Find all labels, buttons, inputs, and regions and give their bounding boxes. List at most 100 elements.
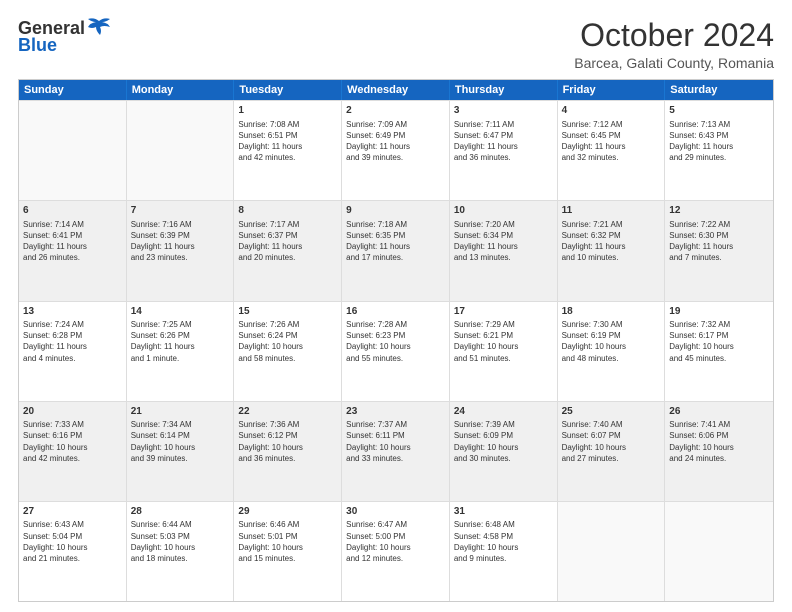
cell-info: Sunrise: 7:11 AM Sunset: 6:47 PM Dayligh… xyxy=(454,119,553,164)
cell-info: Sunrise: 7:28 AM Sunset: 6:23 PM Dayligh… xyxy=(346,319,445,364)
calendar-cell: 30Sunrise: 6:47 AM Sunset: 5:00 PM Dayli… xyxy=(342,502,450,601)
day-number: 29 xyxy=(238,505,337,519)
day-number: 9 xyxy=(346,204,445,218)
day-number: 12 xyxy=(669,204,769,218)
calendar-cell: 13Sunrise: 7:24 AM Sunset: 6:28 PM Dayli… xyxy=(19,302,127,401)
header-day-friday: Friday xyxy=(558,80,666,100)
calendar-cell: 10Sunrise: 7:20 AM Sunset: 6:34 PM Dayli… xyxy=(450,201,558,300)
cell-info: Sunrise: 7:09 AM Sunset: 6:49 PM Dayligh… xyxy=(346,119,445,164)
cell-info: Sunrise: 7:14 AM Sunset: 6:41 PM Dayligh… xyxy=(23,219,122,264)
calendar-cell: 22Sunrise: 7:36 AM Sunset: 6:12 PM Dayli… xyxy=(234,402,342,501)
calendar-cell: 19Sunrise: 7:32 AM Sunset: 6:17 PM Dayli… xyxy=(665,302,773,401)
day-number: 22 xyxy=(238,405,337,419)
day-number: 16 xyxy=(346,305,445,319)
day-number: 24 xyxy=(454,405,553,419)
calendar-row-3: 20Sunrise: 7:33 AM Sunset: 6:16 PM Dayli… xyxy=(19,401,773,501)
title-block: October 2024 Barcea, Galati County, Roma… xyxy=(574,18,774,71)
day-number: 4 xyxy=(562,104,661,118)
day-number: 2 xyxy=(346,104,445,118)
cell-info: Sunrise: 7:18 AM Sunset: 6:35 PM Dayligh… xyxy=(346,219,445,264)
calendar-cell: 23Sunrise: 7:37 AM Sunset: 6:11 PM Dayli… xyxy=(342,402,450,501)
header-day-tuesday: Tuesday xyxy=(234,80,342,100)
header-day-wednesday: Wednesday xyxy=(342,80,450,100)
calendar-cell: 26Sunrise: 7:41 AM Sunset: 6:06 PM Dayli… xyxy=(665,402,773,501)
day-number: 10 xyxy=(454,204,553,218)
day-number: 15 xyxy=(238,305,337,319)
calendar-row-1: 6Sunrise: 7:14 AM Sunset: 6:41 PM Daylig… xyxy=(19,200,773,300)
calendar-cell: 25Sunrise: 7:40 AM Sunset: 6:07 PM Dayli… xyxy=(558,402,666,501)
calendar-cell: 2Sunrise: 7:09 AM Sunset: 6:49 PM Daylig… xyxy=(342,101,450,200)
cell-info: Sunrise: 7:29 AM Sunset: 6:21 PM Dayligh… xyxy=(454,319,553,364)
calendar-cell: 6Sunrise: 7:14 AM Sunset: 6:41 PM Daylig… xyxy=(19,201,127,300)
cell-info: Sunrise: 6:44 AM Sunset: 5:03 PM Dayligh… xyxy=(131,519,230,564)
calendar-cell xyxy=(127,101,235,200)
calendar-cell: 1Sunrise: 7:08 AM Sunset: 6:51 PM Daylig… xyxy=(234,101,342,200)
day-number: 3 xyxy=(454,104,553,118)
day-number: 5 xyxy=(669,104,769,118)
header-day-sunday: Sunday xyxy=(19,80,127,100)
day-number: 18 xyxy=(562,305,661,319)
calendar-cell: 11Sunrise: 7:21 AM Sunset: 6:32 PM Dayli… xyxy=(558,201,666,300)
logo-blue-text: Blue xyxy=(18,35,57,56)
calendar-cell: 15Sunrise: 7:26 AM Sunset: 6:24 PM Dayli… xyxy=(234,302,342,401)
header-day-thursday: Thursday xyxy=(450,80,558,100)
calendar-cell: 29Sunrise: 6:46 AM Sunset: 5:01 PM Dayli… xyxy=(234,502,342,601)
day-number: 30 xyxy=(346,505,445,519)
calendar-body: 1Sunrise: 7:08 AM Sunset: 6:51 PM Daylig… xyxy=(19,100,773,601)
day-number: 6 xyxy=(23,204,122,218)
calendar-row-2: 13Sunrise: 7:24 AM Sunset: 6:28 PM Dayli… xyxy=(19,301,773,401)
day-number: 7 xyxy=(131,204,230,218)
day-number: 20 xyxy=(23,405,122,419)
cell-info: Sunrise: 6:46 AM Sunset: 5:01 PM Dayligh… xyxy=(238,519,337,564)
calendar-header: SundayMondayTuesdayWednesdayThursdayFrid… xyxy=(19,80,773,100)
cell-info: Sunrise: 7:36 AM Sunset: 6:12 PM Dayligh… xyxy=(238,419,337,464)
cell-info: Sunrise: 7:13 AM Sunset: 6:43 PM Dayligh… xyxy=(669,119,769,164)
header-day-saturday: Saturday xyxy=(665,80,773,100)
calendar-cell: 14Sunrise: 7:25 AM Sunset: 6:26 PM Dayli… xyxy=(127,302,235,401)
calendar-cell: 4Sunrise: 7:12 AM Sunset: 6:45 PM Daylig… xyxy=(558,101,666,200)
day-number: 19 xyxy=(669,305,769,319)
calendar-cell xyxy=(558,502,666,601)
cell-info: Sunrise: 7:17 AM Sunset: 6:37 PM Dayligh… xyxy=(238,219,337,264)
calendar-cell: 20Sunrise: 7:33 AM Sunset: 6:16 PM Dayli… xyxy=(19,402,127,501)
day-number: 17 xyxy=(454,305,553,319)
cell-info: Sunrise: 7:12 AM Sunset: 6:45 PM Dayligh… xyxy=(562,119,661,164)
cell-info: Sunrise: 7:34 AM Sunset: 6:14 PM Dayligh… xyxy=(131,419,230,464)
logo-bird-icon xyxy=(86,17,112,39)
cell-info: Sunrise: 7:41 AM Sunset: 6:06 PM Dayligh… xyxy=(669,419,769,464)
calendar-cell: 18Sunrise: 7:30 AM Sunset: 6:19 PM Dayli… xyxy=(558,302,666,401)
cell-info: Sunrise: 7:20 AM Sunset: 6:34 PM Dayligh… xyxy=(454,219,553,264)
day-number: 21 xyxy=(131,405,230,419)
cell-info: Sunrise: 7:39 AM Sunset: 6:09 PM Dayligh… xyxy=(454,419,553,464)
calendar-cell: 24Sunrise: 7:39 AM Sunset: 6:09 PM Dayli… xyxy=(450,402,558,501)
day-number: 27 xyxy=(23,505,122,519)
cell-info: Sunrise: 7:22 AM Sunset: 6:30 PM Dayligh… xyxy=(669,219,769,264)
header-day-monday: Monday xyxy=(127,80,235,100)
cell-info: Sunrise: 6:48 AM Sunset: 4:58 PM Dayligh… xyxy=(454,519,553,564)
calendar-row-0: 1Sunrise: 7:08 AM Sunset: 6:51 PM Daylig… xyxy=(19,100,773,200)
calendar-cell: 27Sunrise: 6:43 AM Sunset: 5:04 PM Dayli… xyxy=(19,502,127,601)
calendar-cell xyxy=(19,101,127,200)
cell-info: Sunrise: 7:16 AM Sunset: 6:39 PM Dayligh… xyxy=(131,219,230,264)
cell-info: Sunrise: 6:47 AM Sunset: 5:00 PM Dayligh… xyxy=(346,519,445,564)
cell-info: Sunrise: 7:33 AM Sunset: 6:16 PM Dayligh… xyxy=(23,419,122,464)
calendar-cell: 31Sunrise: 6:48 AM Sunset: 4:58 PM Dayli… xyxy=(450,502,558,601)
cell-info: Sunrise: 7:24 AM Sunset: 6:28 PM Dayligh… xyxy=(23,319,122,364)
calendar-cell: 12Sunrise: 7:22 AM Sunset: 6:30 PM Dayli… xyxy=(665,201,773,300)
calendar-row-4: 27Sunrise: 6:43 AM Sunset: 5:04 PM Dayli… xyxy=(19,501,773,601)
cell-info: Sunrise: 7:08 AM Sunset: 6:51 PM Dayligh… xyxy=(238,119,337,164)
header: General Blue October 2024 Barcea, Galati… xyxy=(18,18,774,71)
calendar-cell: 7Sunrise: 7:16 AM Sunset: 6:39 PM Daylig… xyxy=(127,201,235,300)
calendar-cell: 9Sunrise: 7:18 AM Sunset: 6:35 PM Daylig… xyxy=(342,201,450,300)
calendar-cell: 16Sunrise: 7:28 AM Sunset: 6:23 PM Dayli… xyxy=(342,302,450,401)
day-number: 23 xyxy=(346,405,445,419)
day-number: 11 xyxy=(562,204,661,218)
calendar-cell: 21Sunrise: 7:34 AM Sunset: 6:14 PM Dayli… xyxy=(127,402,235,501)
main-title: October 2024 xyxy=(574,18,774,53)
day-number: 8 xyxy=(238,204,337,218)
calendar-cell xyxy=(665,502,773,601)
day-number: 26 xyxy=(669,405,769,419)
day-number: 28 xyxy=(131,505,230,519)
day-number: 13 xyxy=(23,305,122,319)
calendar-cell: 17Sunrise: 7:29 AM Sunset: 6:21 PM Dayli… xyxy=(450,302,558,401)
